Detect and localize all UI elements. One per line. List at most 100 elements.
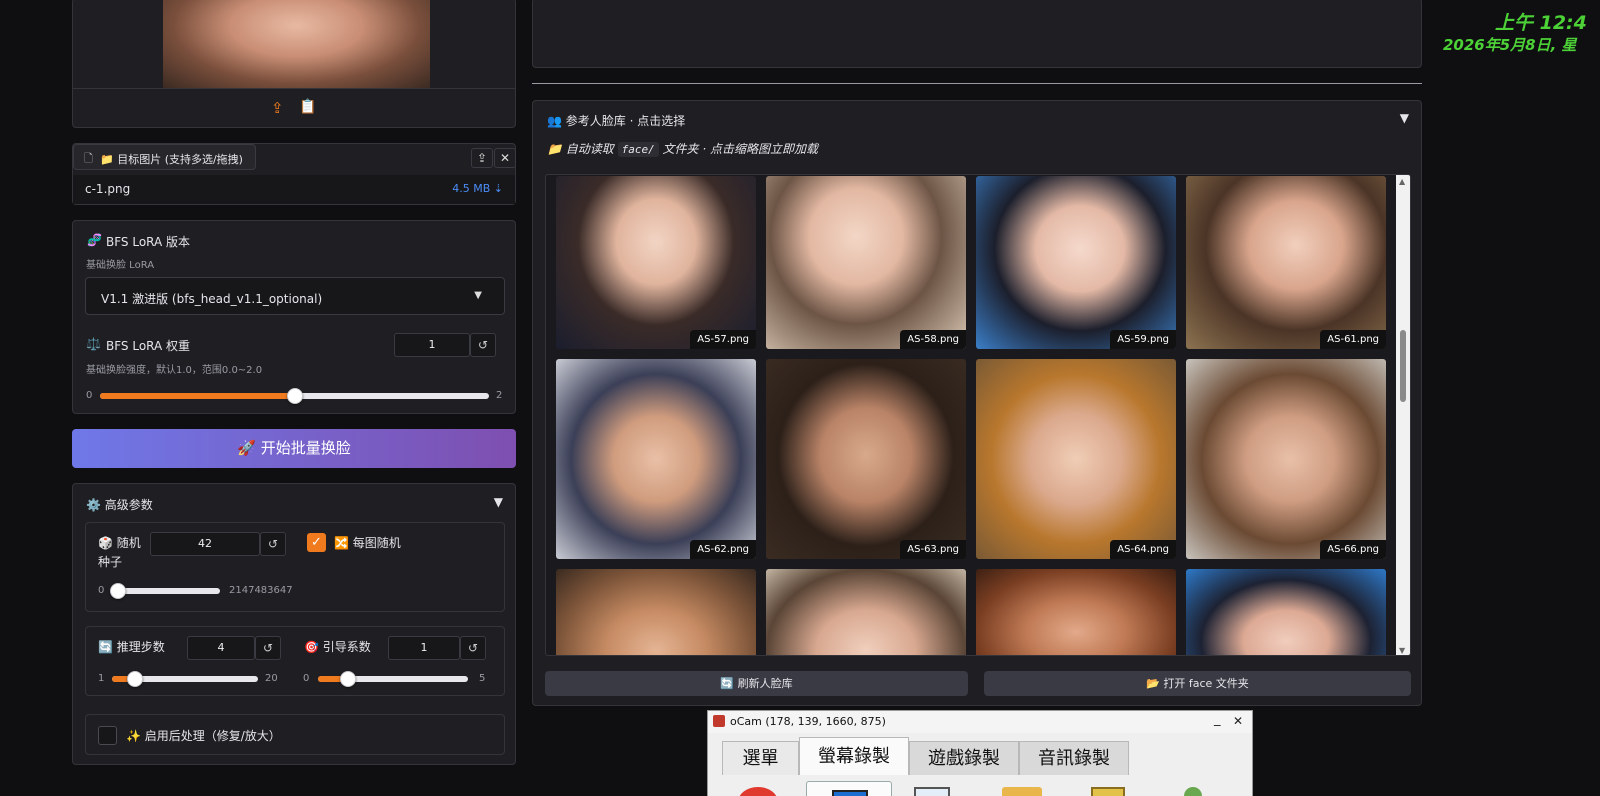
face-filename: AS-59.png bbox=[1110, 330, 1176, 349]
target-file-label: 📁 目标图片 (支持多选/拖拽) bbox=[100, 153, 243, 166]
file-upload-icon[interactable]: ⇪ bbox=[471, 148, 493, 168]
file-size[interactable]: 4.5 MB ⇣ bbox=[452, 182, 503, 195]
lora-weight-input[interactable]: 1 bbox=[394, 333, 470, 357]
face-gallery: AS-57.png AS-58.png AS-59.png AS-61.png … bbox=[545, 174, 1411, 656]
face-thumbnail[interactable]: AS-64.png bbox=[976, 359, 1176, 559]
steps-input[interactable]: 4 bbox=[187, 636, 255, 660]
seed-max: 2147483647 bbox=[229, 585, 293, 596]
advanced-title[interactable]: ⚙️ 高级参数 bbox=[86, 496, 153, 513]
seed-slider[interactable] bbox=[110, 583, 220, 599]
scale-icon: ⚖️ bbox=[86, 337, 101, 351]
face-thumbnail[interactable]: AS-59.png bbox=[976, 176, 1176, 349]
target-file-header: 🗋 📁 目标图片 (支持多选/拖拽) bbox=[73, 144, 256, 170]
guidance-reset-button[interactable]: ↺ bbox=[460, 636, 486, 660]
ocam-tab-game-record[interactable]: 遊戲錄製 bbox=[909, 741, 1019, 775]
microphone-icon[interactable] bbox=[1184, 787, 1202, 796]
steps-slider[interactable] bbox=[112, 671, 258, 687]
steps-guidance-group: 🔄 推理步数 4 ↺ 1 20 🎯 引导系数 1 ↺ 0 5 bbox=[85, 626, 505, 696]
steps-min: 1 bbox=[98, 673, 105, 684]
guidance-slider[interactable] bbox=[318, 671, 468, 687]
file-row[interactable]: c-1.png 4.5 MB ⇣ bbox=[73, 175, 515, 204]
seed-input[interactable]: 42 bbox=[150, 532, 260, 556]
refresh-faces-label: 🔄 刷新人脸库 bbox=[720, 677, 793, 690]
gallery-scrollbar[interactable]: ▲ ▼ bbox=[1396, 175, 1410, 655]
film-icon[interactable] bbox=[1091, 787, 1125, 796]
face-thumbnail[interactable] bbox=[556, 569, 756, 655]
collapse-triangle-icon[interactable]: ▼ bbox=[1400, 111, 1409, 125]
download-icon[interactable]: ⇣ bbox=[494, 182, 503, 195]
target-file-panel: 🗋 📁 目标图片 (支持多选/拖拽) ⇪ ✕ c-1.png 4.5 MB ⇣ bbox=[72, 143, 516, 205]
guidance-max: 5 bbox=[479, 673, 486, 684]
face-thumbnail[interactable]: AS-63.png bbox=[766, 359, 966, 559]
clock-time: 上午 12:4 bbox=[1495, 12, 1587, 34]
random-each-label[interactable]: 🔀 每图随机 bbox=[334, 534, 401, 551]
slider-fill bbox=[100, 393, 295, 399]
record-button-icon[interactable] bbox=[738, 787, 778, 796]
post-process-group: ✨ 启用后处理（修复/放大） bbox=[85, 714, 505, 755]
open-face-folder-button[interactable]: 📂 打开 face 文件夹 bbox=[984, 671, 1411, 696]
face-thumbnail[interactable]: AS-66.png bbox=[1186, 359, 1386, 559]
ocam-tab-menu[interactable]: 選單 bbox=[722, 741, 799, 775]
face-thumbnail[interactable]: AS-62.png bbox=[556, 359, 756, 559]
scroll-up-icon[interactable]: ▲ bbox=[1399, 177, 1405, 186]
file-name: c-1.png bbox=[85, 182, 131, 196]
guidance-label: 🎯 引导系数 bbox=[304, 640, 371, 654]
face-thumbnail[interactable]: AS-57.png bbox=[556, 176, 756, 349]
hint-code: face/ bbox=[617, 142, 659, 157]
lora-weight-min: 0 bbox=[86, 390, 93, 401]
lora-weight-reset-button[interactable]: ↺ bbox=[470, 333, 496, 357]
seed-reset-button[interactable]: ↺ bbox=[260, 532, 286, 556]
slider-handle[interactable] bbox=[287, 388, 303, 404]
folder-icon[interactable] bbox=[1002, 787, 1042, 796]
screen-area-icon[interactable] bbox=[806, 781, 892, 796]
refresh-faces-button[interactable]: 🔄 刷新人脸库 bbox=[545, 671, 968, 696]
scroll-down-icon[interactable]: ▼ bbox=[1399, 646, 1405, 655]
lora-weight-slider[interactable] bbox=[100, 388, 489, 404]
face-library-title[interactable]: 👥 参考人脸库 · 点击选择 bbox=[547, 112, 685, 129]
face-thumbnail[interactable] bbox=[1186, 569, 1386, 655]
divider bbox=[532, 83, 1422, 84]
steps-reset-button[interactable]: ↺ bbox=[255, 636, 281, 660]
source-image bbox=[163, 0, 430, 88]
open-face-folder-label: 📂 打开 face 文件夹 bbox=[1146, 677, 1249, 690]
post-process-label[interactable]: ✨ 启用后处理（修复/放大） bbox=[126, 727, 281, 744]
face-filename: AS-62.png bbox=[690, 540, 756, 559]
face-filename: AS-58.png bbox=[900, 330, 966, 349]
close-icon[interactable]: ✕ bbox=[1233, 714, 1243, 728]
slider-handle[interactable] bbox=[110, 583, 126, 599]
start-batch-button[interactable]: 🚀 开始批量换脸 bbox=[72, 429, 516, 468]
advanced-panel: ⚙️ 高级参数 ▼ 🎲 随机 种子 42 ↺ ✓ 🔀 每图随机 0 214748… bbox=[72, 483, 516, 765]
lora-weight-title: BFS LoRA 权重 bbox=[106, 339, 191, 353]
post-process-checkbox[interactable] bbox=[98, 726, 117, 745]
ocam-tab-screen-record[interactable]: 螢幕錄製 bbox=[799, 737, 909, 775]
guidance-input[interactable]: 1 bbox=[388, 636, 460, 660]
lora-weight-max: 2 bbox=[496, 390, 503, 401]
lora-weight-subtitle: 基础换脸强度，默认1.0，范围0.0~2.0 bbox=[86, 365, 263, 376]
lora-version-select[interactable]: V1.1 激进版 (bfs_head_v1.1_optional) ▼ bbox=[85, 277, 505, 315]
file-close-icon[interactable]: ✕ bbox=[494, 148, 516, 168]
face-thumbnail[interactable] bbox=[976, 569, 1176, 655]
face-thumbnail[interactable]: AS-58.png bbox=[766, 176, 966, 349]
face-filename: AS-64.png bbox=[1110, 540, 1176, 559]
slider-handle[interactable] bbox=[127, 671, 143, 687]
clipboard-icon[interactable]: 📋 bbox=[299, 99, 316, 115]
slider-handle[interactable] bbox=[340, 671, 356, 687]
random-each-checkbox[interactable]: ✓ bbox=[307, 533, 326, 552]
upload-icon[interactable]: ⇪ bbox=[271, 99, 284, 117]
ocam-title: oCam (178, 139, 1660, 875) bbox=[730, 715, 886, 728]
scrollbar-thumb[interactable] bbox=[1400, 330, 1406, 402]
steps-label: 🔄 推理步数 bbox=[98, 640, 165, 654]
seed-group: 🎲 随机 种子 42 ↺ ✓ 🔀 每图随机 0 2147483647 bbox=[85, 522, 505, 612]
collapse-triangle-icon[interactable]: ▼ bbox=[494, 495, 503, 509]
face-thumbnail[interactable]: AS-61.png bbox=[1186, 176, 1386, 349]
file-size-value: 4.5 MB bbox=[452, 182, 491, 195]
resize-icon[interactable] bbox=[914, 787, 950, 796]
face-filename: AS-66.png bbox=[1320, 540, 1386, 559]
ocam-tab-audio-record[interactable]: 音訊錄製 bbox=[1019, 741, 1129, 775]
seed-label-line2: 种子 bbox=[98, 555, 123, 569]
minimize-icon[interactable]: _ bbox=[1214, 712, 1221, 727]
face-thumbnail[interactable] bbox=[766, 569, 966, 655]
face-filename: AS-57.png bbox=[690, 330, 756, 349]
lora-version-title: BFS LoRA 版本 bbox=[106, 235, 191, 249]
ocam-titlebar[interactable]: oCam (178, 139, 1660, 875) _ ✕ bbox=[708, 711, 1252, 733]
